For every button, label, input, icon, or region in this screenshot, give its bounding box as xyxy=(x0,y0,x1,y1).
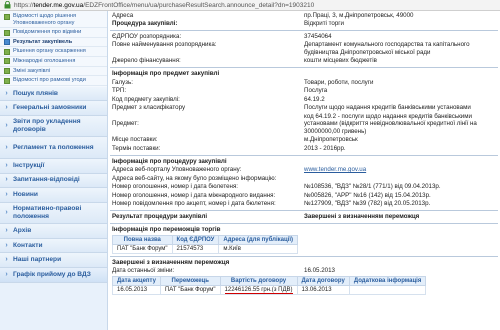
table-row: Результат процедури закупівлі Завершені з… xyxy=(112,212,420,220)
portal-link[interactable]: www.tender.me.gov.ua xyxy=(304,166,366,173)
table-row: Дата останньої зміни: 16.05.2013 xyxy=(112,267,335,274)
sidebar-item-partners[interactable]: › Наші партнери xyxy=(0,253,107,268)
bullet-icon xyxy=(4,48,10,55)
sidebar-subitem-cancellation[interactable]: Повідомлення про відміни xyxy=(0,28,107,38)
sidebar-item-legal[interactable]: › Нормативно-правові положення xyxy=(0,202,107,225)
sidebar-item-regulations[interactable]: › Регламент та положення xyxy=(0,137,107,159)
table-row: Адреса веб-порталу Уповноваженого органу… xyxy=(112,166,367,173)
bullet-icon xyxy=(4,77,10,84)
section-title: Завершені з визначенням переможця xyxy=(112,258,230,266)
address-bar[interactable]: https://tender.me.gov.ua/EDZFrontOffice/… xyxy=(0,0,500,11)
chevron-right-icon: › xyxy=(5,122,8,130)
table-row: ПАТ "Банк Форум" 21574573 м.Київ xyxy=(112,243,299,254)
table-row: Термін поставки: 2013 - 2016рр. xyxy=(112,144,346,152)
chevron-right-icon: › xyxy=(5,104,8,112)
sidebar-subitem-appeal[interactable]: Рішення органу оскарження xyxy=(0,47,107,57)
chevron-right-icon: › xyxy=(5,209,8,217)
sidebar-item-news[interactable]: › Новини xyxy=(0,188,107,203)
chevron-right-icon: › xyxy=(5,191,8,199)
customer-extra-section: ЄДРПОУ розпорядника: 37454064 Повне найме… xyxy=(110,30,498,65)
winner-section: Завершені з визначенням переможця Дата о… xyxy=(110,255,498,295)
sidebar-subitem-results[interactable]: Результат закупівель xyxy=(0,38,107,48)
sidebar-subitem-international[interactable]: Міжнародні оголошення xyxy=(0,57,107,67)
table-row: Джерело фінансування: кошти місцевих бюдж… xyxy=(112,57,377,64)
table-header-row: Дата акцепту Переможець Вартість договор… xyxy=(112,276,427,286)
table-row: 16.05.2013 ПАТ "Банк Форум" 12246126.55 … xyxy=(112,285,427,295)
table-row: Процедура закупівлі: Відкриті торги xyxy=(112,20,345,27)
customer-info-table: Адреса пр.Праці, 3, м.Дніпропетровськ, 49… xyxy=(110,11,498,28)
bullet-icon xyxy=(4,13,10,20)
section-title: Інформація про переможців торгів xyxy=(112,225,221,233)
result-section: Результат процедури закупівлі Завершені з… xyxy=(110,210,498,221)
sidebar-submenu: Відомості щодо рішення Уповноваженого ор… xyxy=(0,11,107,87)
sidebar-item-plans[interactable]: › Пошук плянів xyxy=(0,86,107,102)
participants-section: Інформація про переможців торгів Повна н… xyxy=(110,222,498,254)
chevron-right-icon: › xyxy=(5,161,8,169)
table-row: ЄДРПОУ розпорядника: 37454064 xyxy=(112,32,332,40)
contract-value: 12246126.55 грн.(з ПДВ) xyxy=(224,287,293,294)
participants-table: Повна назва Код ЄДРПОУ Адреса (для публі… xyxy=(112,234,299,254)
chevron-right-icon: › xyxy=(5,143,8,151)
sidebar-item-instructions[interactable]: › Інструкції xyxy=(0,158,107,174)
chevron-right-icon: › xyxy=(5,241,8,249)
table-row: Предмет: код 64.19.2 - послуги щодо надан… xyxy=(112,112,477,135)
table-row: Номер оголошення, номер і дата бюлетеня:… xyxy=(112,183,441,190)
winner-table: Дата акцепту Переможець Вартість договор… xyxy=(112,276,427,295)
sidebar-item-faq[interactable]: › Запитання-відповіді xyxy=(0,173,107,189)
sidebar-subitem-decision[interactable]: Відомості щодо рішення Уповноваженого ор… xyxy=(0,12,107,29)
lock-icon xyxy=(3,1,11,9)
announcement-detail: Адреса пр.Праці, 3, м.Дніпропетровськ, 49… xyxy=(110,11,498,330)
table-row: Адреса веб-сайту, на якому було розміщен… xyxy=(112,174,277,182)
bullet-icon xyxy=(4,39,10,46)
section-title: Інформація про предмет закупівлі xyxy=(112,70,220,77)
table-row: Номер повідомлення про акцепт, номер і д… xyxy=(112,200,431,207)
chevron-right-icon: › xyxy=(5,270,8,278)
sidebar-item-reports[interactable]: › Звіти про укладення договорів xyxy=(0,115,107,138)
bullet-icon xyxy=(4,29,10,36)
section-title: Інформація про процедуру закупівлі xyxy=(112,157,227,165)
table-row: Код предмету закупівлі: 64.19.2 xyxy=(112,95,325,103)
sidebar-item-archive[interactable]: › Архів xyxy=(0,224,107,239)
sidebar-subitem-changes[interactable]: Зміні закупівлі xyxy=(0,67,107,77)
chevron-right-icon: › xyxy=(5,176,8,184)
table-row: Повне найменування розпорядника: Департам… xyxy=(112,41,470,56)
table-row: Галузь: Товари, роботи, послуги xyxy=(112,78,374,86)
sidebar-item-contacts[interactable]: › Контакти xyxy=(0,238,107,254)
table-row: Предмет з класифікатору Послуги щодо нада… xyxy=(112,104,471,111)
bullet-icon xyxy=(4,68,10,75)
procedure-section: Інформація про процедуру закупівлі Адрес… xyxy=(110,154,498,209)
sidebar-item-schedule[interactable]: › Графік прийому до ВДЗ xyxy=(0,268,107,283)
sidebar-menu: Відомості щодо рішення Уповноваженого ор… xyxy=(0,11,108,330)
table-row: Місце поставки: м.Дніпропетровськ xyxy=(112,136,358,143)
chevron-right-icon: › xyxy=(5,89,8,97)
url-text[interactable]: https://tender.me.gov.ua/EDZFrontOffice/… xyxy=(14,2,314,9)
table-row: ТРП: Послуга xyxy=(112,87,328,94)
chevron-right-icon: › xyxy=(5,256,8,264)
table-row: Номер оголошення, номер і дата міжнародн… xyxy=(112,191,431,199)
sidebar-item-customers[interactable]: › Генеральні замовники xyxy=(0,101,107,116)
table-row: Адреса пр.Праці, 3, м.Дніпропетровськ, 49… xyxy=(112,11,414,19)
bullet-icon xyxy=(4,58,10,65)
chevron-right-icon: › xyxy=(5,227,8,235)
subject-section: Інформація про предмет закупівлі Галузь:… xyxy=(110,67,498,153)
table-header-row: Повна назва Код ЄДРПОУ Адреса (для публі… xyxy=(112,234,299,245)
sidebar-subitem-framework[interactable]: Відомості про рамкові угоди xyxy=(0,76,107,86)
